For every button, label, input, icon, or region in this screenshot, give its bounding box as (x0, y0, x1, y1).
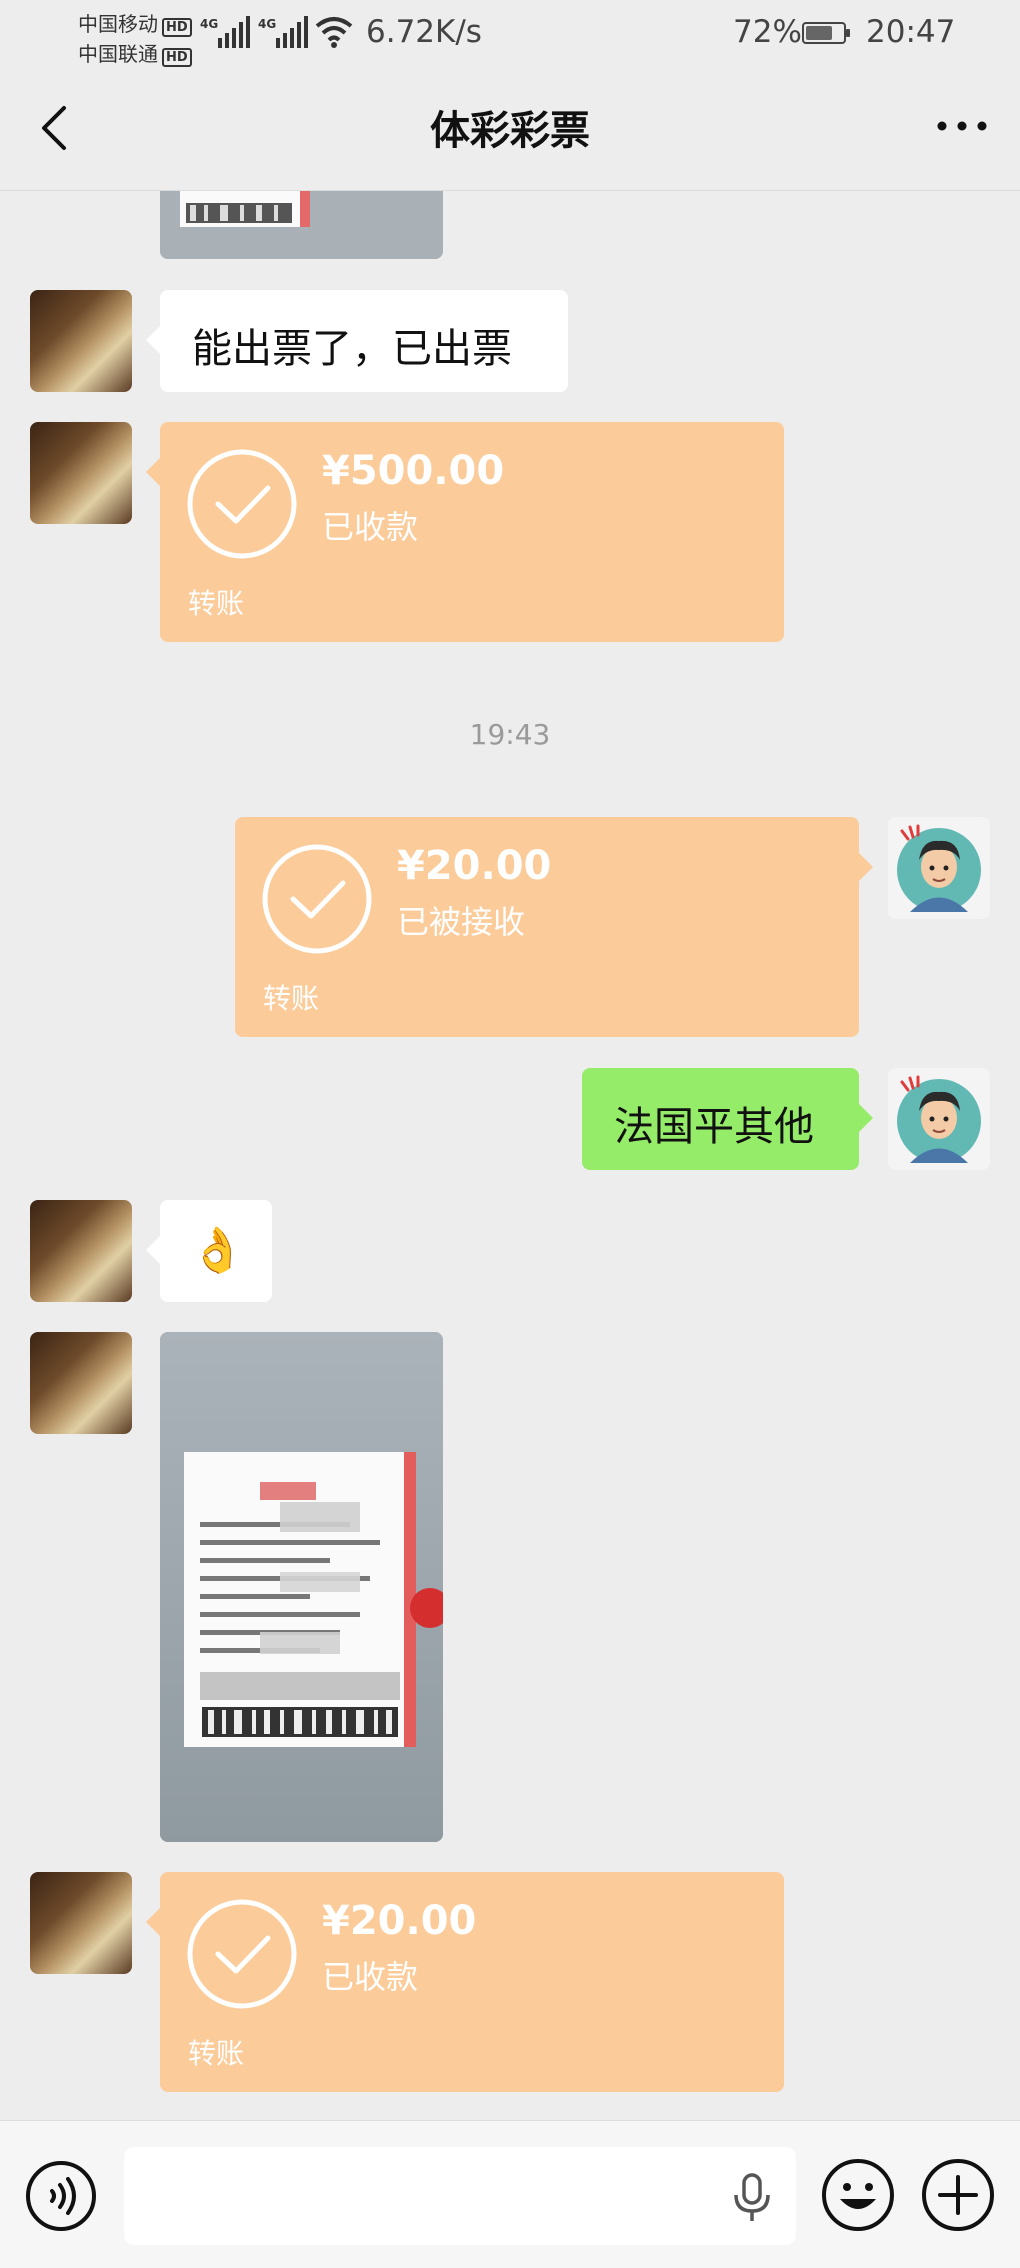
transfer-amount: ¥20.00 (397, 843, 552, 889)
transfer-card[interactable]: ¥20.00 已收款 转账 (146, 1872, 784, 2092)
wifi-icon (315, 17, 353, 48)
friend-avatar[interactable] (30, 1872, 132, 1974)
status-time: 20:47 (866, 14, 956, 50)
friend-avatar[interactable] (30, 290, 132, 392)
transfer-card[interactable]: ¥500.00 已收款 转账 (146, 422, 784, 642)
message-bubble-received[interactable]: 能出票了，已出票 (146, 290, 568, 392)
message-bubble-sent[interactable]: 法国平其他 (582, 1068, 873, 1170)
ticket-photo-partial (160, 191, 443, 259)
battery-percent: 72% (733, 14, 802, 50)
plus-icon[interactable] (920, 2157, 996, 2233)
network-type-1: 4G (200, 17, 218, 31)
transfer-type: 转账 (188, 2037, 245, 2070)
hd-badge-2: HD (162, 48, 192, 67)
network-speed: 6.72K/s (366, 14, 482, 50)
input-bar (0, 2120, 1020, 2268)
voice-mode-icon[interactable] (24, 2159, 98, 2233)
emoji-message[interactable]: 👌 (146, 1200, 272, 1302)
transfer-type: 转账 (263, 982, 320, 1015)
self-avatar[interactable] (888, 817, 990, 919)
more-dots-icon[interactable] (930, 98, 994, 154)
friend-avatar[interactable] (30, 1332, 132, 1434)
transfer-status: 已收款 (322, 508, 419, 546)
message-timestamp: 19:43 (469, 718, 551, 751)
transfer-amount: ¥500.00 (322, 448, 505, 494)
user-avatar-icon (897, 824, 981, 912)
message-input[interactable] (124, 2147, 796, 2245)
microphone-icon[interactable] (730, 2171, 774, 2223)
check-circle-icon (187, 1899, 297, 2009)
transfer-card-sent[interactable]: ¥20.00 已被接收 转账 (235, 817, 873, 1037)
self-avatar[interactable] (888, 1068, 990, 1170)
network-type-2: 4G (258, 17, 276, 31)
image-message-ticket[interactable] (160, 1332, 443, 1842)
chat-title: 体彩彩票 (430, 108, 590, 154)
signal-strength-icon-1: 4G (200, 16, 250, 48)
transfer-type: 转账 (188, 587, 245, 620)
transfer-status: 已被接收 (397, 903, 526, 941)
message-text: 能出票了，已出票 (192, 326, 512, 372)
check-circle-icon (187, 449, 297, 559)
transfer-amount: ¥20.00 (322, 1898, 477, 1944)
status-bar: 中国移动 HD 中国联通 HD 4G 4G 6.72K/s 72% 20:47 (0, 0, 1020, 68)
ok-hand-emoji: 👌 (190, 1225, 245, 1276)
transfer-status: 已收款 (322, 1958, 419, 1996)
hd-badge-1: HD (162, 18, 192, 37)
friend-avatar[interactable] (30, 1200, 132, 1302)
lottery-ticket-photo (160, 1332, 443, 1842)
carrier-2: 中国联通 HD (78, 38, 192, 67)
image-message-partial[interactable] (160, 191, 443, 259)
signal-strength-icon-2: 4G (258, 16, 308, 48)
header-divider (0, 190, 1020, 191)
user-avatar-icon (897, 1075, 981, 1163)
emoji-icon[interactable] (820, 2157, 896, 2233)
battery-level (806, 26, 832, 40)
friend-avatar[interactable] (30, 422, 132, 524)
carrier-1: 中国移动 HD (78, 8, 192, 37)
battery-icon (802, 22, 850, 44)
message-text: 法国平其他 (614, 1104, 814, 1150)
chat-header: 体彩彩票 (0, 68, 1020, 190)
check-circle-icon (262, 844, 372, 954)
